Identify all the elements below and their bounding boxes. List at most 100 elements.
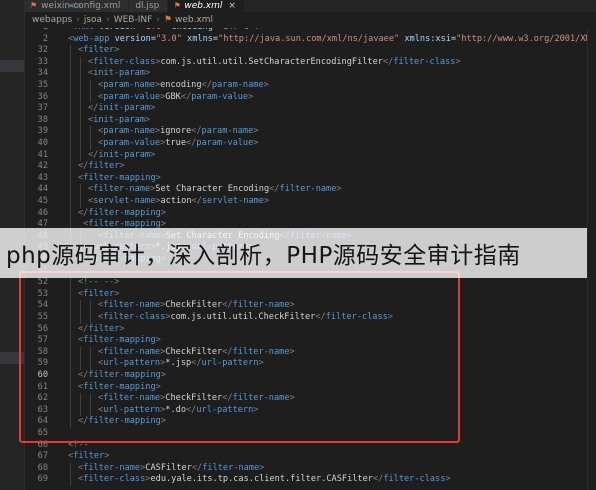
indent-guide [70, 114, 71, 127]
code-token: </ [78, 207, 89, 218]
chevron-right-icon: › [76, 15, 80, 25]
code-text: </filter-mapping> [78, 208, 166, 220]
line-number: 37 [37, 103, 48, 114]
code-line[interactable]: 40 <param-value>true</param-value> [24, 138, 596, 150]
code-token: servlet-name [201, 196, 264, 206]
code-token: </ [191, 196, 202, 206]
indent-guide [80, 196, 81, 208]
code-text: <param-name>ignore</param-name> [98, 126, 258, 138]
code-line[interactable]: 2 <web-app version="3.0" xmlns="http://ja… [24, 34, 596, 46]
code-text: <web-app version="3.0" xmlns="http://jav… [68, 34, 596, 46]
code-line[interactable]: 38 <init-param> [24, 115, 596, 127]
code-line[interactable]: 32 <filter> [24, 45, 596, 57]
code-line[interactable]: 37 </init-param> [24, 103, 596, 115]
code-text: <filter-class>edu.yale.its.tp.cas.client… [78, 474, 451, 486]
code-token: filter [83, 45, 115, 56]
line-number: 41 [37, 149, 48, 160]
line-number: 32 [37, 45, 48, 56]
breadcrumb-item[interactable]: WEB-INF [114, 15, 153, 25]
indent-guide [70, 103, 71, 115]
code-token: filter-class [93, 56, 156, 67]
code-token: filter-name [202, 462, 260, 473]
code-token: > [119, 161, 125, 172]
code-line[interactable]: 43 <filter-mapping> [24, 173, 596, 185]
editor-tab-bar: ⚑ weixin-config.xml <> dl.jsp ⚑ web.xml × [24, 0, 596, 12]
code-text: <filter-name>Set Character Encoding</fil… [88, 184, 342, 196]
minimap[interactable] [587, 28, 596, 490]
code-token: </ [88, 149, 99, 160]
code-line[interactable]: 44 <filter-name>Set Character Encoding</f… [24, 184, 596, 196]
indent-guide [70, 45, 71, 57]
code-token: init-param [98, 149, 151, 160]
code-line[interactable]: 34 <init-param> [24, 68, 596, 80]
code-token: xmlns:xsi [399, 33, 451, 44]
line-number: 40 [37, 138, 48, 148]
code-line[interactable]: 33 <filter-class>com.js.util.util.SetChar… [24, 57, 596, 69]
code-text: </filter> [78, 161, 125, 173]
code-text: <param-value>GBK</param-value> [98, 92, 253, 104]
breadcrumb-item[interactable]: jsoa [84, 15, 102, 25]
code-token: > [150, 149, 156, 160]
code-token: param-name [201, 126, 254, 137]
code-token: true [165, 138, 186, 148]
code-line[interactable]: 69 <filter-class>edu.yale.its.tp.cas.clie… [24, 474, 596, 486]
code-line[interactable]: 46 </filter-mapping> [24, 208, 596, 220]
indent-guide [80, 91, 81, 104]
sidebar-selected-item[interactable] [0, 60, 24, 72]
code-token: init-param [98, 103, 151, 114]
code-token: filter-name [93, 184, 151, 195]
code-line[interactable]: 41 </init-param> [24, 150, 596, 162]
code-token: filter [88, 161, 120, 172]
code-token: Set Character Encoding [155, 184, 270, 195]
code-token: > [263, 196, 270, 206]
code-line[interactable]: 35 <param-name>encoding</param-name> [24, 80, 596, 92]
code-text: <filter> [78, 45, 119, 57]
code-text: <init-param> [88, 115, 150, 127]
indent-guide [70, 462, 71, 475]
code-token: param-value [103, 138, 161, 148]
indent-guide [70, 474, 71, 486]
code-line[interactable]: 39 <param-name>ignore</param-name> [24, 126, 596, 138]
code-line[interactable]: 67 <filter> [24, 451, 596, 463]
code-token: > [445, 474, 451, 485]
code-text: <filter-class>com.js.util.util.SetCharac… [88, 57, 461, 69]
code-token: web-app [73, 33, 110, 44]
code-token: init-param [93, 114, 145, 125]
indent-guide [80, 80, 81, 92]
code-line[interactable]: 42 </filter> [24, 161, 596, 173]
code-token: </ [78, 161, 89, 172]
code-token: </ [191, 126, 202, 137]
watermark-banner: php源码审计，深入剖析，PHP源码安全审计指南 [0, 228, 596, 278]
code-line[interactable]: 68 <filter-name>CASFilter</filter-name> [24, 463, 596, 475]
code-token: > [114, 45, 120, 56]
line-number: 33 [37, 56, 48, 67]
indent-guide [70, 56, 71, 69]
code-token: ?> [254, 28, 264, 32]
watermark-text: php源码审计，深入剖析，PHP源码安全审计指南 [6, 243, 521, 269]
tab-dl-jsp[interactable]: <> dl.jsp [68, 0, 169, 12]
indent-guide [70, 91, 71, 104]
code-token: </ [88, 103, 99, 114]
indent-guide [80, 149, 81, 162]
tab-web-xml[interactable]: ⚑ web.xml × [168, 0, 245, 12]
code-text: <filter-name>CASFilter</filter-name> [78, 463, 264, 475]
line-number: 42 [37, 161, 48, 172]
line-number: 2 [42, 33, 48, 44]
close-icon[interactable]: × [228, 1, 236, 11]
code-text: <param-name>encoding</param-name> [98, 80, 269, 92]
code-line[interactable]: 36 <param-value>GBK</param-value> [24, 92, 596, 104]
code-token: com.js.util.util.SetCharacterEncodingFil… [160, 56, 383, 67]
xml-icon: ⚑ [30, 1, 38, 10]
line-number: 45 [37, 196, 48, 206]
indent-guide [70, 68, 71, 80]
breadcrumb-item[interactable]: webapps [32, 15, 72, 25]
code-token: filter-name [83, 462, 141, 473]
code-line[interactable]: 45 <servlet-name>action</servlet-name> [24, 196, 596, 208]
code-token: param-name [103, 126, 155, 137]
code-text: <servlet-name>action</servlet-name> [88, 196, 269, 208]
breadcrumb-item[interactable]: web.xml [175, 15, 213, 25]
code-token: "UTF-8" [218, 28, 254, 32]
code-token: encoding [160, 80, 202, 90]
code-token: > [455, 56, 461, 67]
code-token: </ [269, 184, 280, 195]
